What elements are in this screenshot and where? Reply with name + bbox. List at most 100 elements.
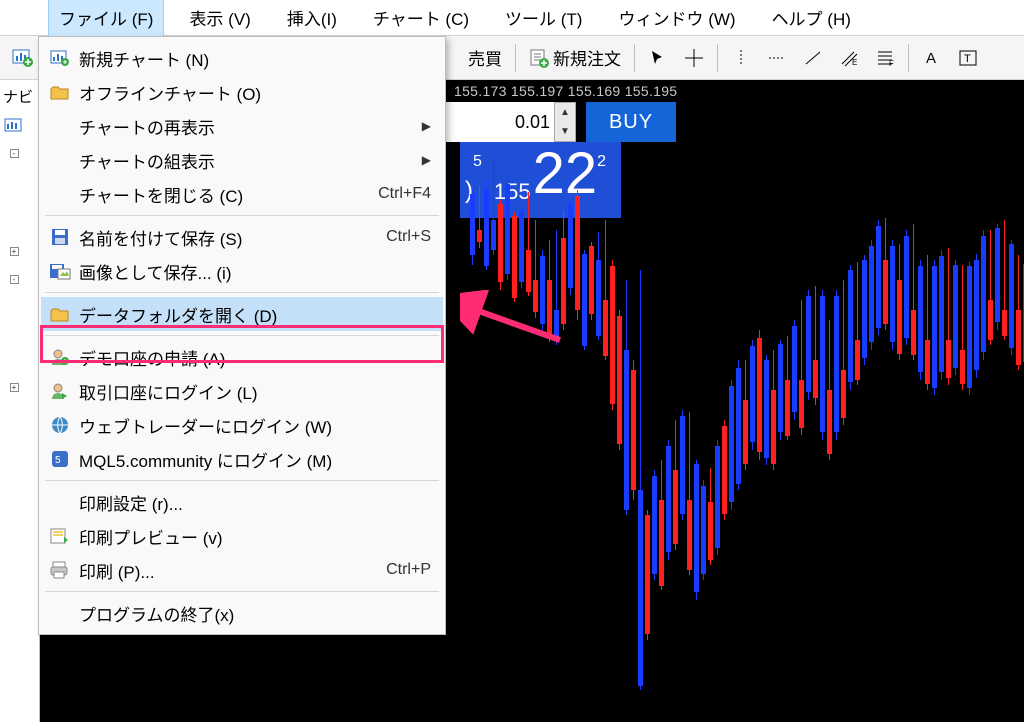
hline-tool[interactable] bbox=[761, 42, 793, 74]
blank-icon bbox=[45, 114, 75, 138]
file-menu-item-label: 印刷設定 (r)... bbox=[75, 490, 431, 515]
menu-window[interactable]: ウィンドウ (W) bbox=[607, 0, 746, 37]
menu-shortcut: Ctrl+F4 bbox=[378, 185, 431, 203]
new-order-icon bbox=[529, 48, 549, 68]
file-menu-item[interactable]: 名前を付けて保存 (S)Ctrl+S bbox=[41, 220, 443, 254]
offline-chart-icon bbox=[45, 80, 75, 104]
file-menu-item-label: 新規チャート (N) bbox=[75, 46, 431, 71]
new-order-label: 新規注文 bbox=[553, 45, 621, 70]
sell-buy-button[interactable]: 売買 bbox=[462, 41, 508, 74]
blank-icon bbox=[45, 148, 75, 172]
file-menu-item-label: 印刷 (P)... bbox=[75, 558, 386, 583]
blank-icon bbox=[45, 182, 75, 206]
equidistant-tool[interactable]: E bbox=[833, 42, 865, 74]
file-menu-item[interactable]: デモ口座の申請 (A) bbox=[41, 340, 443, 374]
tree-collapse-icon[interactable]: - bbox=[0, 143, 28, 163]
menu-chart[interactable]: チャート (C) bbox=[362, 0, 480, 37]
file-menu-item-label: 取引口座にログイン (L) bbox=[75, 379, 431, 404]
file-menu-item-label: デモ口座の申請 (A) bbox=[75, 345, 431, 370]
navigator-root-icon[interactable] bbox=[0, 115, 28, 135]
file-menu-item[interactable]: 印刷 (P)...Ctrl+P bbox=[41, 553, 443, 587]
file-menu-item[interactable]: データフォルダを開く (D) bbox=[41, 297, 443, 331]
file-menu-item[interactable]: ウェブトレーダーにログイン (W) bbox=[41, 408, 443, 442]
volume-stepper[interactable]: ▲▼ bbox=[554, 102, 576, 142]
file-menu-item-label: 名前を付けて保存 (S) bbox=[75, 225, 386, 250]
chevron-down-icon[interactable]: ▼ bbox=[555, 122, 575, 141]
fibo-tool[interactable]: F bbox=[869, 42, 901, 74]
menu-separator bbox=[45, 215, 439, 216]
save-image-icon bbox=[45, 259, 75, 283]
tree-collapse-icon[interactable]: - bbox=[0, 269, 28, 289]
menu-shortcut: Ctrl+P bbox=[386, 561, 431, 579]
file-menu-item[interactable]: プログラムの終了(x) bbox=[41, 596, 443, 630]
menu-file[interactable]: ファイル (F) bbox=[48, 0, 164, 37]
save-icon bbox=[45, 225, 75, 249]
menu-help[interactable]: ヘルプ (H) bbox=[761, 0, 862, 37]
text-label-icon: T bbox=[958, 48, 978, 68]
new-order-button[interactable]: 新規注文 bbox=[523, 41, 627, 74]
submenu-arrow-icon: ▶ bbox=[422, 153, 431, 167]
new-chart-button[interactable] bbox=[6, 42, 38, 74]
file-menu-item-label: 画像として保存... (i) bbox=[75, 259, 431, 284]
menu-insert[interactable]: 挿入(I) bbox=[276, 0, 348, 37]
file-menu-item[interactable]: チャートを閉じる (C)Ctrl+F4 bbox=[41, 177, 443, 211]
tree-expand-icon[interactable]: + bbox=[0, 241, 28, 261]
file-menu-item-label: オフラインチャート (O) bbox=[75, 80, 431, 105]
svg-text:5: 5 bbox=[55, 455, 61, 466]
crosshair-icon bbox=[684, 48, 704, 68]
navigator-label: ナビ bbox=[0, 86, 39, 107]
svg-text:A: A bbox=[926, 50, 936, 67]
file-menu-item[interactable]: 印刷設定 (r)... bbox=[41, 485, 443, 519]
tree-expand-icon[interactable]: + bbox=[0, 377, 28, 397]
vline-icon bbox=[731, 48, 751, 68]
toolbar-separator bbox=[515, 44, 516, 72]
menubar: ファイル (F) 表示 (V) 挿入(I) チャート (C) ツール (T) ウ… bbox=[0, 0, 1024, 36]
print-preview-icon bbox=[45, 524, 75, 548]
vline-tool[interactable] bbox=[725, 42, 757, 74]
buy-button[interactable]: BUY bbox=[586, 102, 676, 142]
blank-icon bbox=[45, 490, 75, 514]
buy-label: BUY bbox=[609, 111, 653, 134]
file-menu-item[interactable]: チャートの再表示▶ bbox=[41, 109, 443, 143]
file-menu-item-label: 印刷プレビュー (v) bbox=[75, 524, 431, 549]
file-menu-item[interactable]: 取引口座にログイン (L) bbox=[41, 374, 443, 408]
menu-shortcut: Ctrl+S bbox=[386, 228, 431, 246]
candlestick-chart bbox=[460, 160, 1024, 722]
file-menu-item[interactable]: 新規チャート (N) bbox=[41, 41, 443, 75]
mql5-icon: 5 bbox=[45, 447, 75, 471]
volume-input[interactable]: 0.01 bbox=[444, 102, 554, 142]
menu-view[interactable]: 表示 (V) bbox=[178, 0, 261, 37]
svg-text:T: T bbox=[964, 53, 971, 65]
text-tool[interactable]: A bbox=[916, 42, 948, 74]
trendline-tool[interactable] bbox=[797, 42, 829, 74]
crosshair-tool[interactable] bbox=[678, 42, 710, 74]
file-menu-item-label: MQL5.community にログイン (M) bbox=[75, 447, 431, 472]
file-menu-item[interactable]: チャートの組表示▶ bbox=[41, 143, 443, 177]
file-menu-item[interactable]: 画像として保存... (i) bbox=[41, 254, 443, 288]
file-menu-item[interactable]: 5 MQL5.community にログイン (M) bbox=[41, 442, 443, 476]
demo-account-icon bbox=[45, 345, 75, 369]
file-menu-item-label: ウェブトレーダーにログイン (W) bbox=[75, 413, 431, 438]
menu-tools[interactable]: ツール (T) bbox=[494, 0, 593, 37]
menu-separator bbox=[45, 480, 439, 481]
file-menu-item[interactable]: オフラインチャート (O) bbox=[41, 75, 443, 109]
sell-buy-label: 売買 bbox=[468, 45, 502, 70]
text-label-tool[interactable]: T bbox=[952, 42, 984, 74]
web-login-icon bbox=[45, 413, 75, 437]
trade-panel: 0.01 ▲▼ BUY bbox=[444, 102, 676, 142]
file-menu-item[interactable]: 印刷プレビュー (v) bbox=[41, 519, 443, 553]
cursor-icon bbox=[649, 49, 667, 67]
login-account-icon bbox=[45, 379, 75, 403]
chevron-up-icon[interactable]: ▲ bbox=[555, 103, 575, 122]
file-menu-item-label: データフォルダを開く (D) bbox=[75, 302, 431, 327]
menu-separator bbox=[45, 591, 439, 592]
toolbar-separator bbox=[908, 44, 909, 72]
submenu-arrow-icon: ▶ bbox=[422, 119, 431, 133]
file-menu-item-label: チャートの組表示 bbox=[75, 148, 422, 173]
cursor-tool[interactable] bbox=[642, 42, 674, 74]
menu-separator bbox=[45, 335, 439, 336]
file-menu-item-label: プログラムの終了(x) bbox=[75, 601, 431, 626]
navigator-panel[interactable]: ナビ - + - + bbox=[0, 80, 40, 722]
fibo-icon: F bbox=[875, 48, 895, 68]
blank-icon bbox=[45, 601, 75, 625]
